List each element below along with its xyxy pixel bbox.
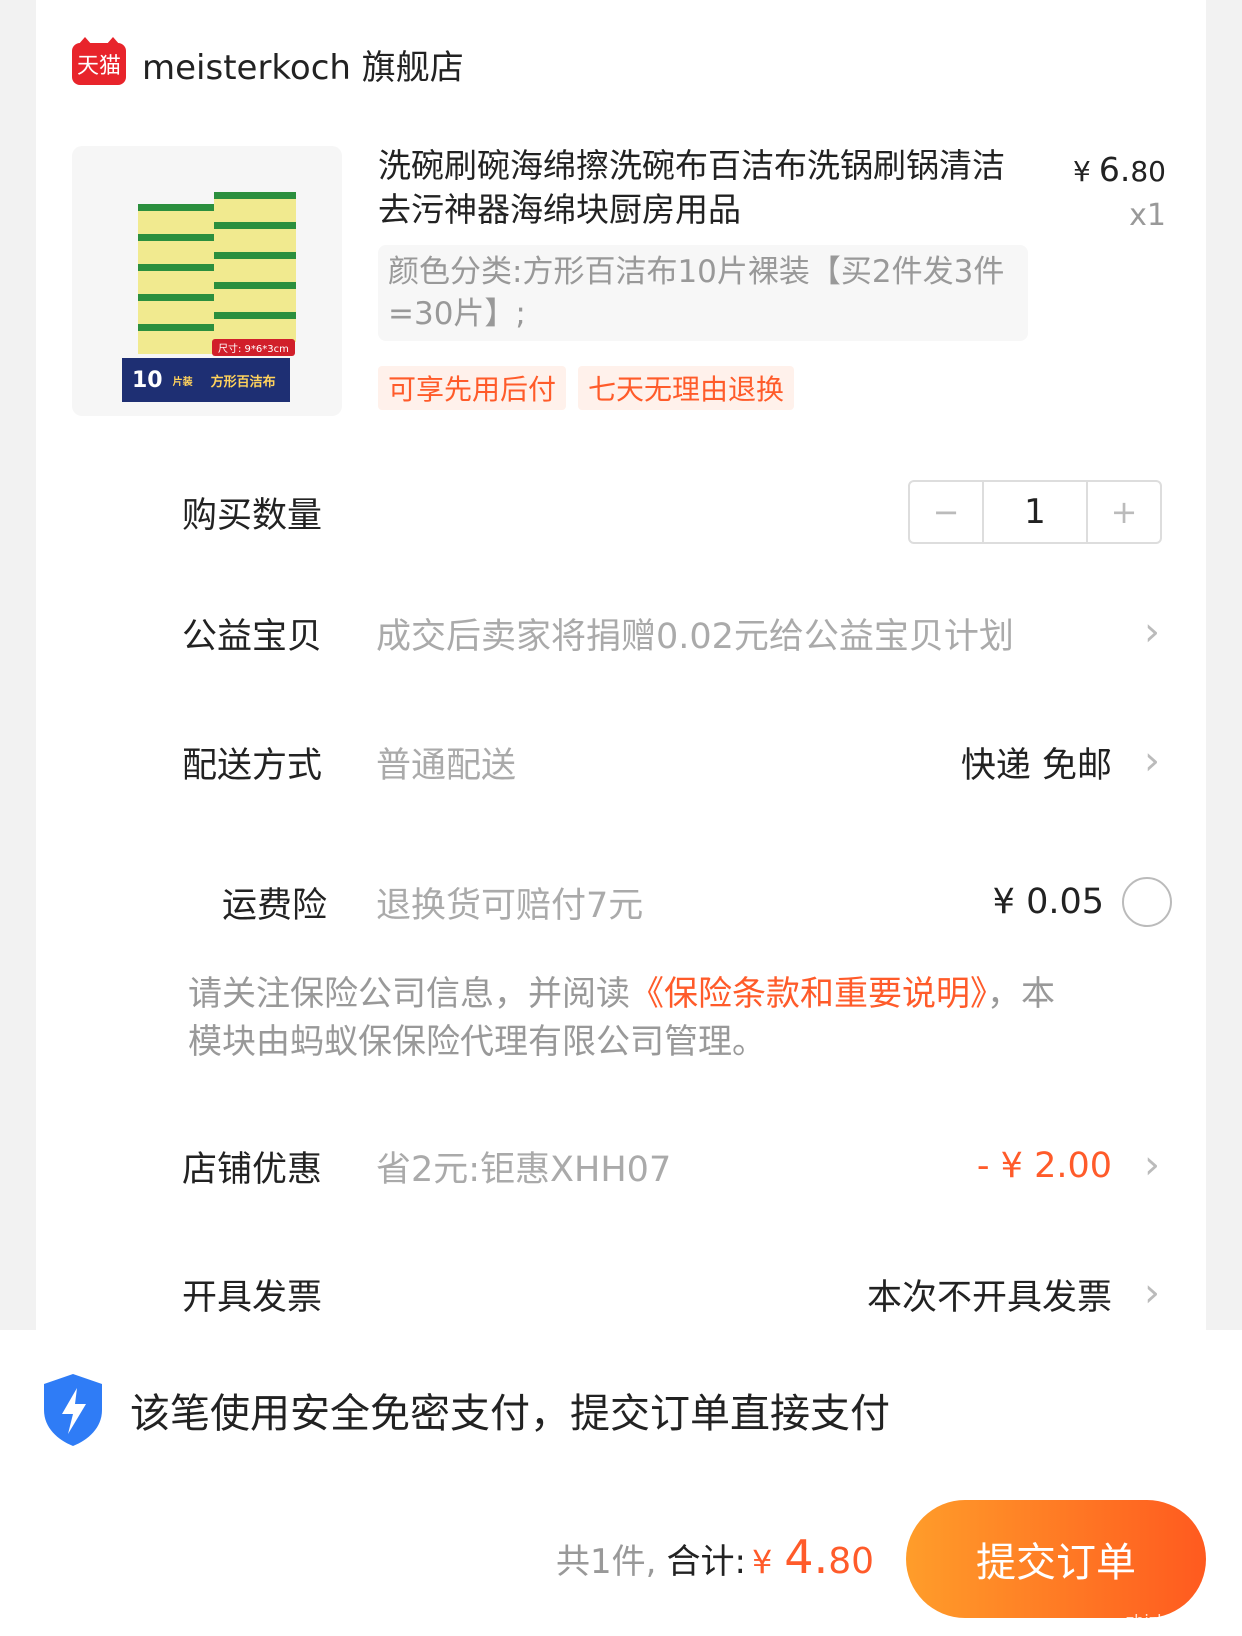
invoice-value: 本次不开具发票 (866, 1277, 1112, 1318)
tmall-logo: 天猫 (72, 37, 126, 85)
shipping-value: 快递 免邮 (960, 745, 1112, 786)
shield-lightning-icon (44, 1374, 102, 1446)
quantity-tag: x1 (1129, 198, 1166, 233)
invoice-label: 开具发票 (182, 1277, 323, 1318)
product-image[interactable]: 尺寸: 9*6*3cm 10 片装 方形百洁布 (72, 146, 342, 416)
insurance-terms-link[interactable]: 《保险条款和重要说明》 (630, 974, 987, 1014)
charity-label: 公益宝贝 (182, 616, 323, 657)
insurance-desc: 退换货可赔付7元 (376, 885, 644, 926)
insurance-notice: 请关注保险公司信息，并阅读《保险条款和重要说明》，本模块由蚂蚁保保险代理有限公司… (188, 974, 1055, 1062)
total-label: 合计: (666, 1542, 746, 1582)
item-count: 共1件, (556, 1542, 657, 1582)
charity-row[interactable]: 公益宝贝 成交后卖家将捐赠0.02元给公益宝贝计划 › (0, 603, 1242, 663)
shipping-desc: 普通配送 (376, 745, 517, 786)
service-tags: 可享先用后付 七天无理由退换 (378, 366, 795, 410)
discount-desc: 省2元:钜惠XHH07 (376, 1149, 672, 1190)
plus-button[interactable]: + (1088, 482, 1160, 542)
product-price: ¥6.80 (1073, 150, 1166, 189)
size-label: 尺寸: 9*6*3cm (212, 339, 295, 356)
total-currency: ¥ (751, 1543, 773, 1581)
secure-pay-text: 该笔使用安全免密支付，提交订单直接支付 (130, 1391, 890, 1437)
store-name[interactable]: meisterkoch 旗舰店 (142, 40, 464, 89)
invoice-row[interactable]: 开具发票 本次不开具发票 › (0, 1264, 1242, 1324)
discount-label: 店铺优惠 (182, 1149, 323, 1190)
chevron-right-icon: › (1144, 1270, 1160, 1316)
charity-desc: 成交后卖家将捐赠0.02元给公益宝贝计划 (376, 616, 1014, 657)
chevron-right-icon: › (1144, 1142, 1160, 1188)
tag-pay-later: 可享先用后付 (378, 366, 567, 410)
quantity-stepper[interactable]: − 1 + (908, 480, 1162, 544)
submit-order-button[interactable]: 提交订单 (906, 1500, 1206, 1618)
order-total: 共1件, 合计: ¥ 4. 80 (556, 1530, 874, 1584)
pack-label: 10 片装 方形百洁布 (122, 358, 290, 402)
quantity-label: 购买数量 (182, 495, 323, 536)
bottom-bar: 共1件, 合计: ¥ 4. 80 提交订单 zhizhizhi.com (0, 1500, 1242, 1636)
minus-button[interactable]: − (910, 482, 982, 542)
insurance-checkbox[interactable] (1122, 877, 1172, 927)
chevron-right-icon: › (1144, 738, 1160, 784)
chevron-right-icon: › (1144, 609, 1160, 655)
watermark: zhizhizhi.com (1125, 1611, 1234, 1630)
insurance-price: ¥ 0.05 (992, 882, 1104, 922)
sku-option[interactable]: 颜色分类:方形百洁布10片裸装【买2件发3件=30片】; (378, 245, 1028, 341)
total-amount: 4. (784, 1530, 829, 1584)
discount-value: - ¥ 2.00 (976, 1146, 1112, 1186)
insurance-row[interactable]: 运费险 退换货可赔付7元 ¥ 0.05 (0, 872, 1242, 932)
sponge-stack-left (138, 204, 220, 354)
tag-return: 七天无理由退换 (578, 366, 795, 410)
quantity-value[interactable]: 1 (982, 482, 1088, 542)
sponge-stack-right (214, 192, 296, 342)
secure-pay-tip: 该笔使用安全免密支付，提交订单直接支付 (40, 1372, 890, 1448)
insurance-label: 运费险 (222, 885, 328, 926)
store-header[interactable]: 天猫 meisterkoch 旗舰店 (72, 37, 464, 89)
product-title[interactable]: 洗碗刷碗海绵擦洗碗布百洁布洗锅刷锅清洁去污神器海绵块厨房用品 (378, 144, 1018, 232)
discount-row[interactable]: 店铺优惠 省2元:钜惠XHH07 - ¥ 2.00 › (0, 1136, 1242, 1196)
total-amount-decimal: 80 (828, 1541, 874, 1582)
shipping-row[interactable]: 配送方式 普通配送 快递 免邮 › (0, 732, 1242, 792)
shipping-label: 配送方式 (182, 745, 323, 786)
